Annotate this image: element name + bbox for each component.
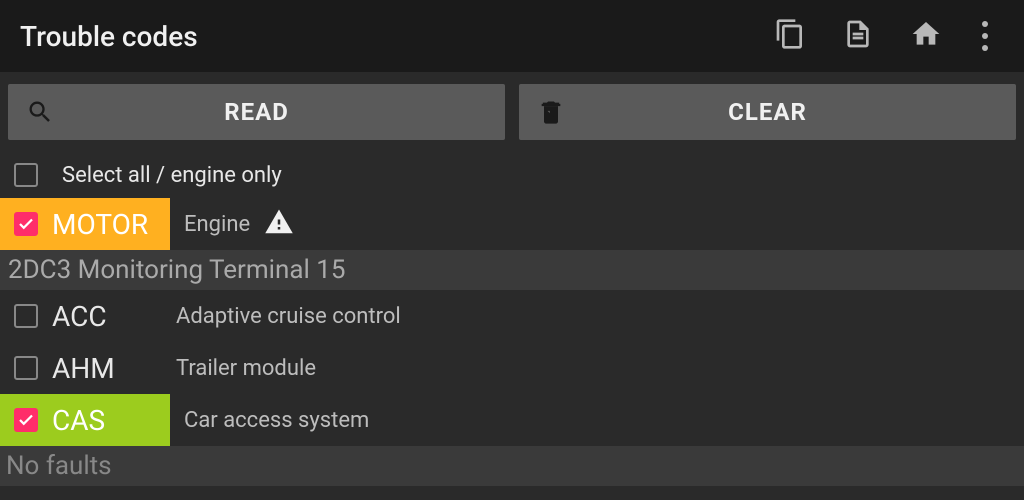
module-row-cas[interactable]: CAS Car access system [0, 394, 1024, 446]
select-all-row: Select all / engine only [0, 152, 1024, 198]
read-button-label: READ [224, 98, 289, 126]
module-checkbox[interactable] [14, 356, 38, 380]
document-icon[interactable] [842, 18, 874, 54]
topbar: Trouble codes [0, 0, 1024, 72]
module-code: AHM [52, 352, 162, 385]
fault-text: 2DC3 Monitoring Terminal 15 [8, 255, 345, 285]
more-icon[interactable] [978, 17, 992, 55]
no-faults-label: No faults [6, 451, 112, 481]
module-checkbox[interactable] [14, 212, 38, 236]
trash-icon [537, 98, 565, 126]
module-name: Engine [184, 212, 250, 237]
module-row-motor[interactable]: MOTOR Engine [0, 198, 1024, 250]
module-badge: CAS [0, 394, 170, 446]
fault-row: 2DC3 Monitoring Terminal 15 [0, 250, 1024, 290]
module-checkbox[interactable] [14, 408, 38, 432]
module-badge: MOTOR [0, 198, 170, 250]
module-code: CAS [52, 404, 105, 437]
search-icon [26, 98, 54, 126]
module-row-acc[interactable]: ACC Adaptive cruise control [0, 290, 1024, 342]
warning-icon [264, 207, 294, 241]
module-row-ahm[interactable]: AHM Trailer module [0, 342, 1024, 394]
module-code: MOTOR [52, 208, 148, 241]
clear-button[interactable]: CLEAR [519, 84, 1016, 140]
copy-icon[interactable] [774, 18, 806, 54]
module-name: Car access system [184, 408, 369, 433]
select-all-checkbox[interactable] [14, 163, 38, 187]
module-code: ACC [52, 300, 162, 333]
topbar-actions [774, 17, 1004, 55]
no-faults-row: No faults [0, 446, 1024, 486]
module-name: Adaptive cruise control [176, 304, 401, 329]
read-button[interactable]: READ [8, 84, 505, 140]
action-row: READ CLEAR [0, 72, 1024, 152]
module-name: Trailer module [176, 356, 316, 381]
clear-button-label: CLEAR [728, 98, 807, 126]
page-title: Trouble codes [20, 20, 774, 53]
home-icon[interactable] [910, 18, 942, 54]
module-checkbox[interactable] [14, 304, 38, 328]
select-all-label: Select all / engine only [62, 163, 282, 188]
